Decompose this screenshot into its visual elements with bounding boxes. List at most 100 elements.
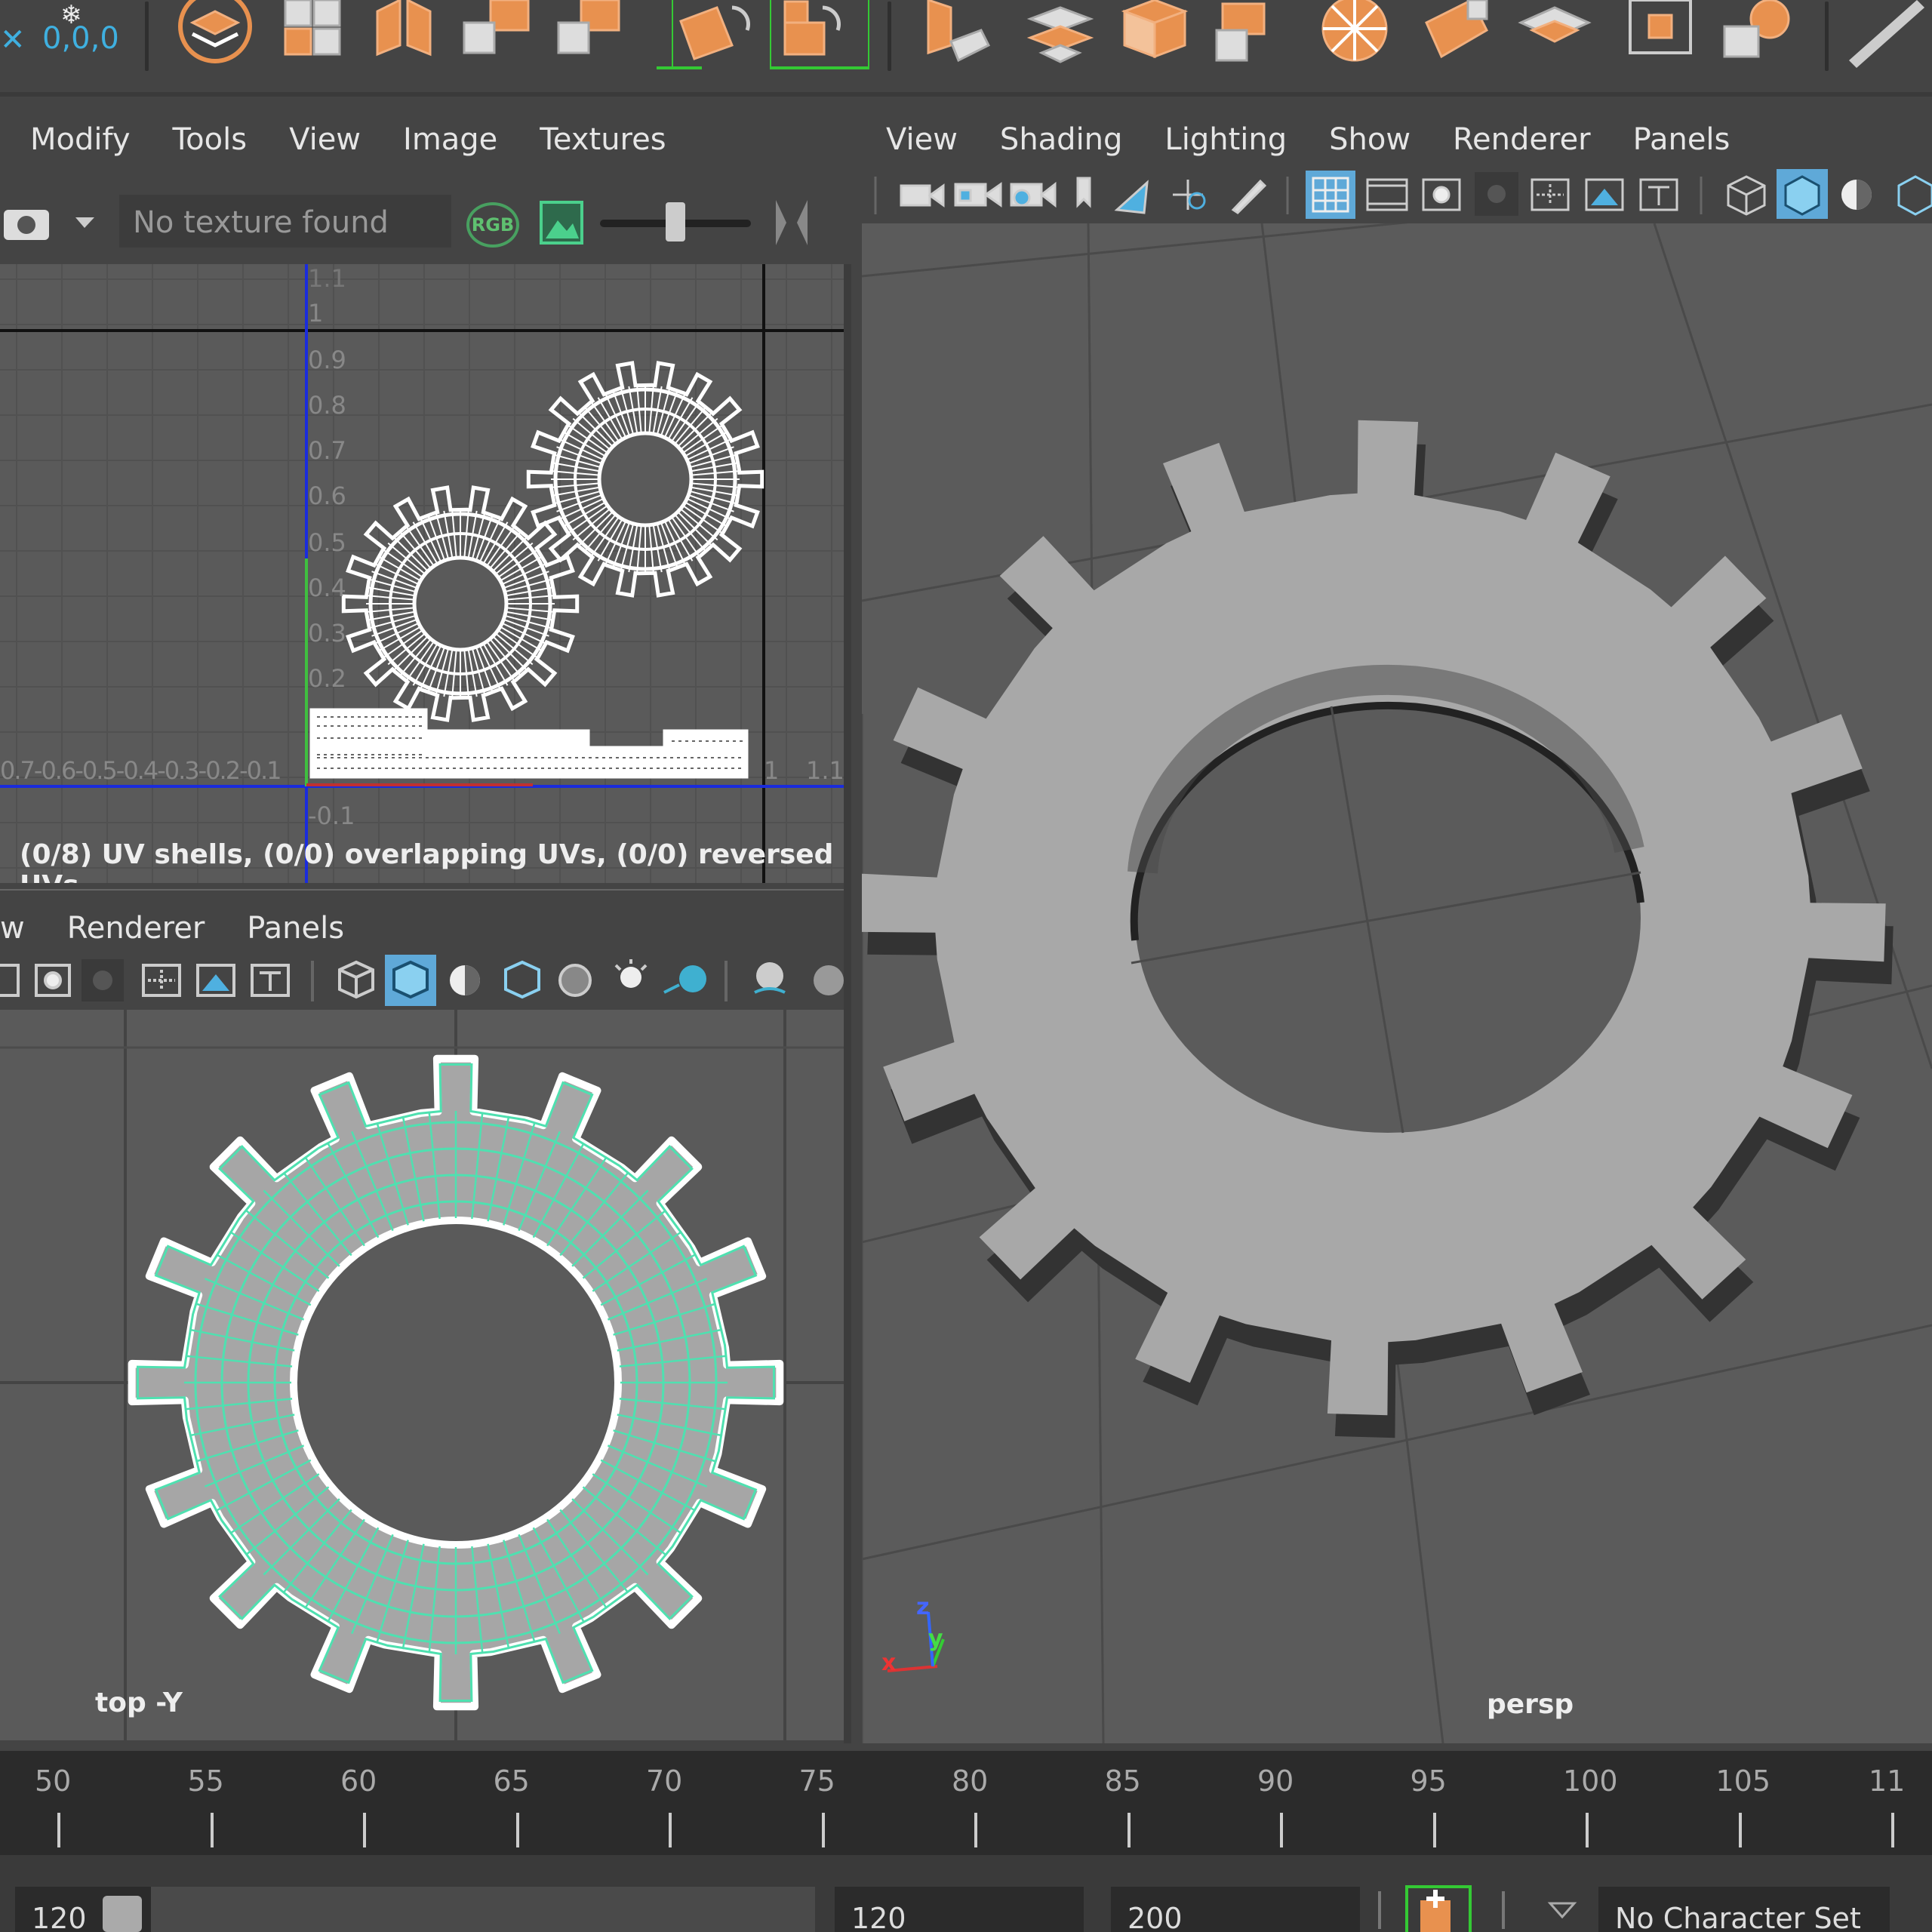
uv-editor-viewport[interactable]: 1.1 1 0.9 0.8 0.7 0.6 0.5 0.4 0.3 0.2 0.… [0,264,844,883]
uv-shells[interactable] [341,361,764,722]
distribute-icon[interactable] [1723,0,1790,58]
dropdown-arrow-icon [75,217,94,228]
safe-title-icon[interactable] [251,964,290,997]
frame-selection-icon[interactable] [1629,0,1692,54]
top-view-gear-mesh[interactable] [128,1054,784,1711]
view-axis-gizmo [887,1611,945,1672]
checker-ball-icon[interactable] [558,964,592,997]
menu-view[interactable]: View [886,122,958,157]
camera-icon[interactable] [0,202,106,248]
menu-panels[interactable]: Panels [1633,122,1730,157]
orient-shell-icon[interactable] [1425,0,1488,59]
bookmark-icon[interactable] [1076,177,1091,208]
field-chart-icon[interactable] [142,964,181,997]
rotate-uv-right-icon[interactable] [770,0,869,69]
safe-title-icon[interactable] [1639,178,1678,211]
grease-pencil-icon[interactable] [1231,179,1267,214]
time-tick-mark [363,1813,366,1847]
stack-shells-icon[interactable] [1518,6,1592,43]
xray-cube-icon[interactable] [1897,175,1932,216]
light-bulb-icon[interactable] [614,959,648,988]
planar-map-icon[interactable] [1026,6,1094,63]
resolution-gate-icon[interactable] [35,964,71,997]
time-tick-label: 105 [1715,1764,1771,1798]
layout-squares-icon[interactable] [284,0,341,56]
menu-shading[interactable]: Shading [1000,122,1123,157]
menu-view[interactable]: w [0,911,25,946]
film-gate-icon[interactable] [1366,178,1408,211]
max-time-field[interactable]: 200 [1111,1887,1360,1932]
motion-blur-icon[interactable] [814,965,844,995]
separator [1502,1891,1505,1929]
menu-modify[interactable]: Modify [30,122,131,157]
wireframe-cube-icon[interactable] [338,960,374,999]
shelf-separator [888,2,891,71]
select-camera-icon[interactable] [900,183,945,208]
v-tick: 0.8 [308,391,346,420]
uv-strip-shells[interactable] [309,708,749,779]
cube-map-icon[interactable] [1121,0,1189,59]
menu-renderer[interactable]: Renderer [67,911,205,946]
xray-cube-icon[interactable] [504,960,540,999]
time-tick-label: 85 [1104,1764,1141,1798]
unfold-icon[interactable] [927,0,991,63]
radial-layout-icon[interactable] [1321,0,1388,62]
toolbar-expand-icon[interactable] [770,196,823,249]
menu-textures[interactable]: Textures [540,122,666,157]
panel-splitter[interactable] [844,264,851,1743]
range-slider-handle[interactable] [103,1896,142,1932]
exposure-slider-handle[interactable] [666,202,685,242]
resolution-gate-icon[interactable] [1422,178,1461,211]
safe-action-icon[interactable] [1585,178,1624,211]
pen-tool-icon[interactable] [1841,0,1932,68]
film-gate-icon[interactable] [0,964,20,997]
time-slider-ticks: 50 55 60 65 70 75 80 85 90 95 100 105 11 [0,1751,1932,1855]
image-plane-icon[interactable] [1114,180,1149,214]
camera-attributes-icon[interactable] [1010,181,1057,208]
field-chart-icon[interactable] [1531,178,1570,211]
dropdown-arrow-icon[interactable] [1547,1900,1577,1923]
grid-uv-icon[interactable] [463,0,530,54]
cut-sew-icon[interactable] [1215,2,1266,62]
default-material-icon[interactable] [1841,180,1872,210]
v-tick: 0.9 [308,346,346,374]
rotate-uv-left-icon[interactable] [672,0,750,69]
menu-panels[interactable]: Panels [247,911,344,946]
rgb-channel-icon[interactable]: RGB [466,202,519,248]
menu-tools[interactable]: Tools [173,122,248,157]
end-time-field[interactable]: 120 [835,1887,1084,1932]
menu-renderer[interactable]: Renderer [1453,122,1591,157]
time-slider[interactable]: 50 55 60 65 70 75 80 85 90 95 100 105 11 [0,1751,1932,1855]
shelf-separator [1825,2,1829,71]
menu-image[interactable]: Image [403,122,497,157]
grid-layout-icon[interactable] [557,0,620,54]
time-tick-label: 75 [798,1764,835,1798]
character-set-field[interactable]: No Character Set [1598,1887,1890,1932]
time-tick-mark [515,1813,519,1847]
uv-status-text: (0/8) UV shells, (0/0) overlapping UVs, … [20,839,834,883]
auto-key-icon[interactable] [1405,1885,1473,1932]
u-tick: 1.1 [806,756,844,785]
menu-show[interactable]: Show [1329,122,1411,157]
persp-viewport[interactable]: x y z persp [862,223,1932,1743]
wireframe-cube-icon[interactable] [1727,175,1766,216]
snap-cross-icon[interactable]: ✕ [0,23,26,57]
safe-action-icon[interactable] [196,964,235,997]
menu-lighting[interactable]: Lighting [1164,122,1287,157]
texture-field[interactable]: No texture found [119,195,451,248]
top-view-viewport[interactable]: top -Y [0,1010,844,1740]
texture-image-icon[interactable] [540,201,585,246]
2d-pan-zoom-icon[interactable] [1173,180,1206,210]
uv-editor-menubar: Modify Tools View Image Textures [0,102,849,177]
lock-camera-icon[interactable] [954,182,1002,208]
range-slider-track[interactable] [151,1887,815,1932]
split-box-icon[interactable] [376,0,432,57]
menu-view[interactable]: View [289,122,361,157]
max-time-value: 200 [1128,1902,1183,1932]
layer-stack-icon[interactable] [178,0,252,63]
default-material-icon[interactable] [450,965,480,995]
time-tick-label: 60 [340,1764,377,1798]
time-tick-mark [210,1813,214,1847]
shadow-sphere-icon[interactable] [663,965,706,994]
ambient-occlusion-icon[interactable] [754,962,786,994]
